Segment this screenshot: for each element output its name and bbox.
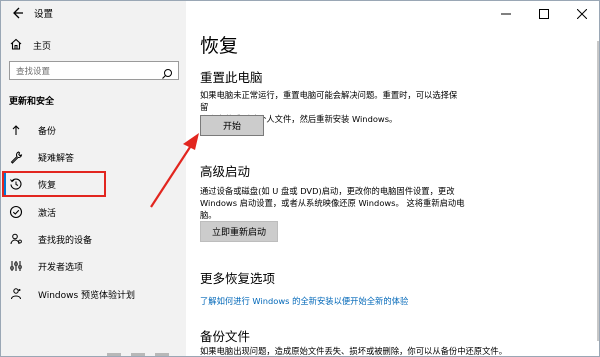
window-controls [487,1,599,26]
sidebar-item-label: 开发者选项 [38,262,84,273]
fresh-install-link[interactable]: 了解如何进行 Windows 的全新安装以便开始全新的体验 [200,295,408,307]
sidebar-item-find-my-device[interactable]: 查找我的设备 [9,228,179,250]
back-arrow-icon[interactable] [9,5,25,21]
reset-heading: 重置此电脑 [200,70,263,85]
advanced-startup-description: 通过设备或磁盘(如 U 盘或 DVD)启动，更改你的电脑固件设置，更改 Wind… [200,185,465,221]
sidebar-item-label: Windows 预览体验计划 [38,290,136,301]
minimize-icon [501,13,511,14]
sidebar-item-label: 备份 [38,126,57,137]
app-title: 设置 [34,9,54,20]
advanced-description-line: Windows 启动设置，或者从系统映像还原 Windows。 这将重新启动电脑… [200,198,465,220]
close-button[interactable] [563,1,599,26]
check-circle-icon [9,205,23,219]
minimize-button[interactable] [487,1,525,26]
sidebar-item-backup[interactable]: 备份 [9,119,179,141]
nav-home[interactable]: 主页 [9,37,51,53]
scrollbar[interactable] [597,41,599,341]
sidebar-item-activation[interactable]: 激活 [9,201,179,223]
sidebar-item-developer[interactable]: 开发者选项 [9,255,179,277]
maximize-button[interactable] [525,1,563,26]
taskbar-strip [107,353,599,356]
advanced-description-line: 通过设备或磁盘(如 U 盘或 DVD)启动，更改你的电脑固件设置，更改 [200,186,455,196]
section-title: 更新和安全 [9,97,55,107]
reset-start-button[interactable]: 开始 [200,115,264,136]
sidebar-item-label: 激活 [38,208,57,219]
taskbar-icon [155,353,169,356]
maximize-icon [539,8,549,19]
sidebar: 设置 主页 查找设置 更新和安全 备份 疑难解答 恢复 激活 查找我的设备 开发… [1,1,186,356]
wrench-icon [9,150,23,164]
sidebar-item-label: 查找我的设备 [38,235,93,246]
backup-arrow-icon [9,123,23,137]
settings-sliders-icon [9,259,23,273]
taskbar-icon [107,353,121,356]
settings-window: 设置 主页 查找设置 更新和安全 备份 疑难解答 恢复 激活 查找我的设备 开发… [0,0,600,357]
page-title: 恢复 [200,35,239,57]
insider-icon [9,287,23,301]
main-panel: 恢复 重置此电脑 如果电脑未正常运行，重置电脑可能会解决问题。重置时，可以选择保… [186,1,599,356]
sidebar-item-label: 疑难解答 [38,153,75,164]
restart-now-button[interactable]: 立即重新启动 [200,221,278,242]
reset-description-line: 如果电脑未正常运行，重置电脑可能会解决问题。重置时，可以选择保留 [200,90,458,112]
sidebar-item-troubleshoot[interactable]: 疑难解答 [9,146,179,168]
title-bar: 设置 [1,1,186,26]
advanced-startup-heading: 高级启动 [200,164,251,179]
search-placeholder: 查找设置 [16,67,51,77]
taskbar-icon [131,353,145,356]
annotation-highlight-box [2,171,106,197]
search-input[interactable]: 查找设置 [9,61,179,80]
home-icon [9,36,23,55]
home-label: 主页 [33,41,52,52]
close-icon [577,8,587,19]
backup-heading: 备份文件 [200,329,251,344]
search-icon[interactable] [161,65,173,79]
person-pin-icon [9,232,23,246]
more-options-heading: 更多恢复选项 [200,271,276,286]
sidebar-item-insider[interactable]: Windows 预览体验计划 [9,283,179,305]
